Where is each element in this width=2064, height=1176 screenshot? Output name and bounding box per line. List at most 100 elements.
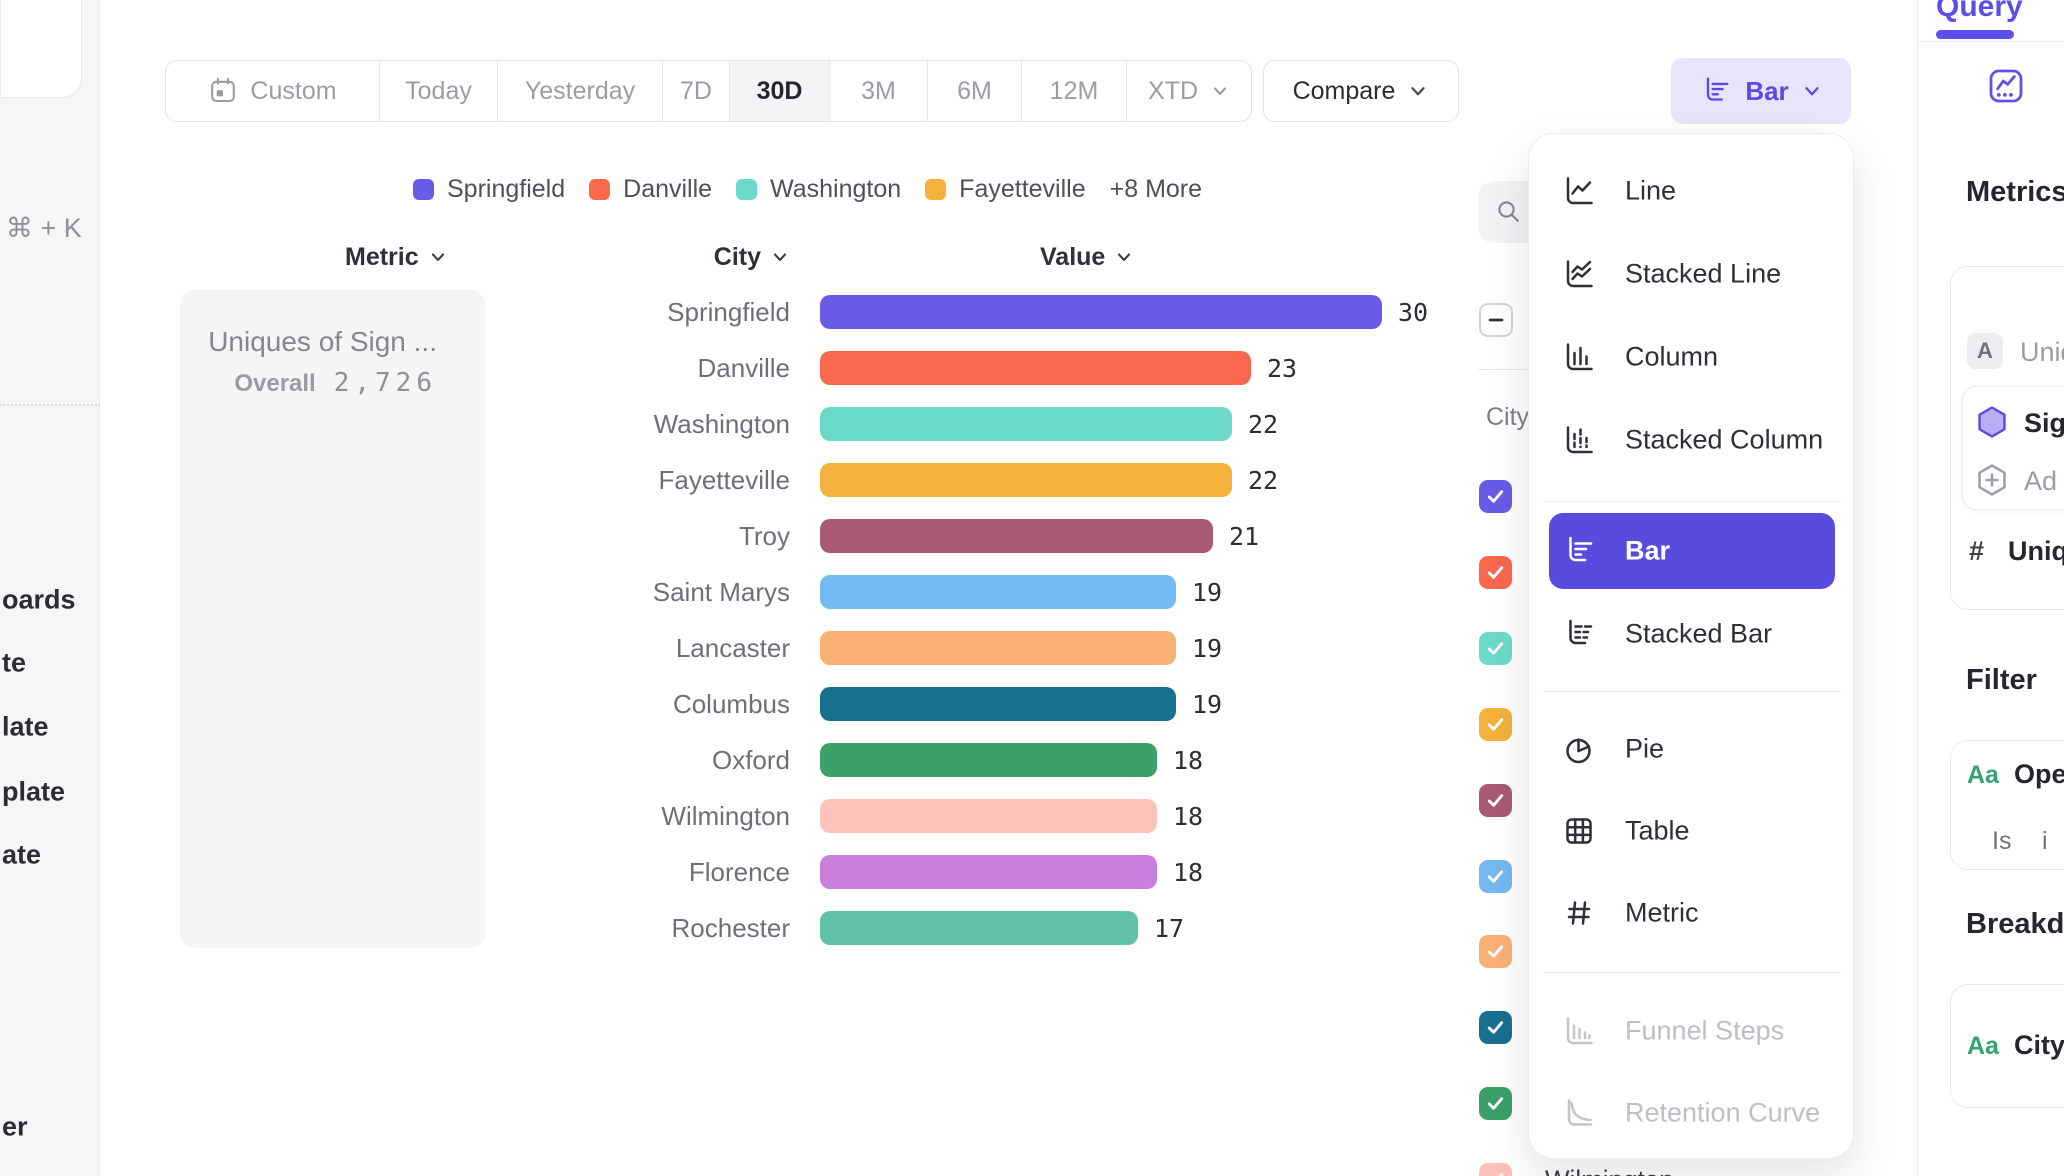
tab-query[interactable]: Query [1936,0,2023,24]
date-range-custom[interactable]: Custom [166,61,379,121]
insights-chart-icon[interactable] [1986,66,2026,106]
sidebar-item-fragment[interactable]: er [2,1112,28,1143]
filter-type-badge: Aa [1967,761,1999,790]
legend-label: Fayetteville [959,175,1085,204]
sidebar-item-fragment[interactable]: te [2,648,26,679]
date-range-label: 30D [757,77,803,106]
city-checkbox-label[interactable]: Wilmington [1545,1165,1674,1176]
date-range-6m[interactable]: 6M [927,61,1021,121]
date-range-label: 12M [1050,77,1099,106]
legend-item-danville[interactable]: Danville [589,175,712,204]
bar-chart-icon [1699,74,1733,108]
bar-value-label: 19 [1192,676,1222,732]
compare-button[interactable]: Compare [1263,60,1459,122]
panel-divider [1918,41,2064,42]
bar-category-label: Saint Marys [540,564,790,620]
select-all-checkbox[interactable] [1479,303,1513,337]
bar-value-label: 18 [1173,732,1203,788]
column-header-metric[interactable]: Metric [345,241,448,273]
date-range-30d[interactable]: 30D [729,61,829,121]
metrics-heading: Metrics [1966,176,2064,209]
bar-category-label: Rochester [540,900,790,956]
filter-field-text: Ope [2014,759,2064,790]
bar-fayetteville[interactable] [820,463,1232,497]
metric-type-badge[interactable]: A [1967,333,2003,369]
metric-summary-card[interactable]: Uniques of Sign ... Overall 2,726 [180,290,485,948]
legend-swatch [413,179,434,200]
bar-lancaster[interactable] [820,631,1176,665]
add-event-icon[interactable] [1974,462,2010,498]
bar-category-label: Wilmington [540,788,790,844]
city-checkbox-oxford[interactable] [1479,1087,1512,1120]
menu-item-label: Line [1625,176,1676,207]
date-range-label: 6M [957,77,992,106]
date-range-12m[interactable]: 12M [1021,61,1126,121]
column-header-city[interactable]: City [560,241,790,273]
legend-more-link[interactable]: +8 More [1110,175,1202,204]
menu-divider [1543,972,1841,973]
sidebar-item-fragment[interactable]: oards [2,585,76,616]
date-range-label: XTD [1148,77,1198,106]
bar-value-label: 17 [1154,900,1184,956]
menu-item-label: Stacked Column [1625,425,1823,456]
menu-divider [1543,501,1841,502]
bar-value-label: 18 [1173,788,1203,844]
bar-columbus[interactable] [820,687,1176,721]
city-checkbox-troy[interactable] [1479,784,1512,817]
city-checkbox-wilmington[interactable] [1479,1163,1512,1176]
city-checkbox-fayetteville[interactable] [1479,708,1512,741]
bar-springfield[interactable] [820,295,1382,329]
legend-label: Danville [623,175,712,204]
check-icon [1484,789,1507,812]
date-range-3m[interactable]: 3M [829,61,927,121]
keyboard-shortcut-hint: ⌘ + K [6,213,82,244]
city-checkbox-danville[interactable] [1479,556,1512,589]
table-icon [1561,813,1597,849]
bar-washington[interactable] [820,407,1232,441]
bar-florence[interactable] [820,855,1157,889]
event-name-text[interactable]: Sig [2024,408,2064,439]
legend-item-washington[interactable]: Washington [736,175,901,204]
city-checkbox-columbus[interactable] [1479,1011,1512,1044]
bar-troy[interactable] [820,519,1213,553]
add-event-text[interactable]: Ad [2024,466,2057,497]
chevron-down-icon [770,247,790,267]
overall-value: 2,726 [334,368,437,398]
unique-prefix: # [1969,536,1984,567]
check-icon [1484,1092,1507,1115]
chart-type-button[interactable]: Bar [1671,58,1851,124]
bar-oxford[interactable] [820,743,1157,777]
sidebar-item-fragment[interactable]: plate [2,777,65,808]
legend-item-springfield[interactable]: Springfield [413,175,565,204]
bar-category-label: Florence [540,844,790,900]
legend-label: Springfield [447,175,565,204]
menu-divider [1543,691,1841,692]
city-checkbox-springfield[interactable] [1479,480,1512,513]
date-range-today[interactable]: Today [379,61,497,121]
date-range-xtd[interactable]: XTD [1126,61,1251,121]
legend-item-fayetteville[interactable]: Fayetteville [925,175,1085,204]
unique-text: Uniqu [2008,536,2064,567]
sidebar-item-fragment[interactable]: ate [2,840,41,871]
minus-icon [1485,309,1507,331]
bar-value-label: 19 [1192,620,1222,676]
bar-rochester[interactable] [820,911,1138,945]
sidebar-search-box-partial[interactable] [0,0,82,98]
city-checkbox-saint-marys[interactable] [1479,860,1512,893]
date-range-7d[interactable]: 7D [662,61,729,121]
chart-type-menu: LineStacked LineColumnStacked ColumnBarS… [1528,133,1854,1159]
bar-danville[interactable] [820,351,1251,385]
menu-item-label: Bar [1625,536,1670,567]
city-checkbox-washington[interactable] [1479,632,1512,665]
date-range-yesterday[interactable]: Yesterday [497,61,662,121]
bar-saint-marys[interactable] [820,575,1176,609]
bar-value-label: 22 [1248,452,1278,508]
bar-value-label: 22 [1248,396,1278,452]
sidebar-item-fragment[interactable]: late [2,712,49,743]
city-checkbox-lancaster[interactable] [1479,935,1512,968]
menu-item-label: Column [1625,342,1718,373]
column-header-value[interactable]: Value [1040,241,1134,273]
menu-item-label: Metric [1625,898,1699,929]
bar-wilmington[interactable] [820,799,1157,833]
bar-category-label: Oxford [540,732,790,788]
